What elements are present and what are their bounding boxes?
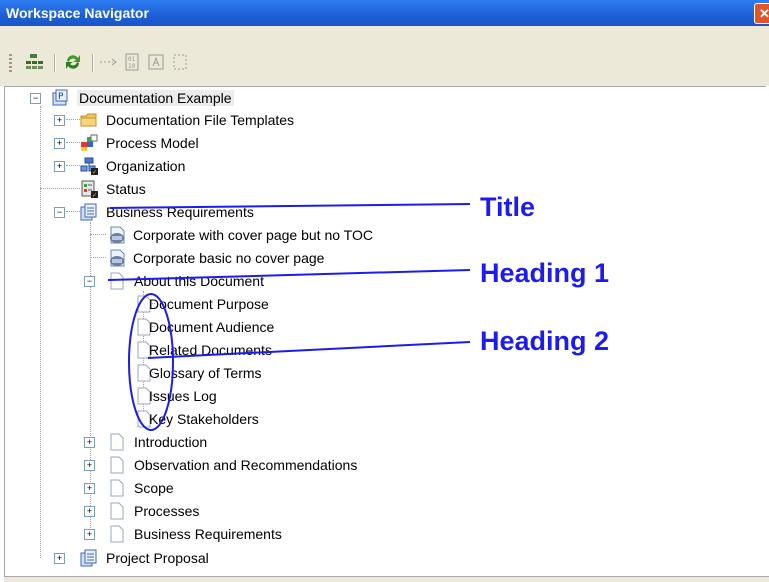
heading1-annotation-line: [107, 269, 471, 281]
annotation-overlay: [107, 203, 471, 431]
heading2-annotation: Heading 2: [480, 326, 610, 356]
heading2-ellipse: [128, 293, 174, 431]
title-annotation: Title: [480, 192, 536, 222]
heading1-annotation: Heading 1: [480, 258, 610, 288]
title-annotation-line: [109, 203, 471, 209]
heading2-annotation-line: [147, 341, 471, 359]
